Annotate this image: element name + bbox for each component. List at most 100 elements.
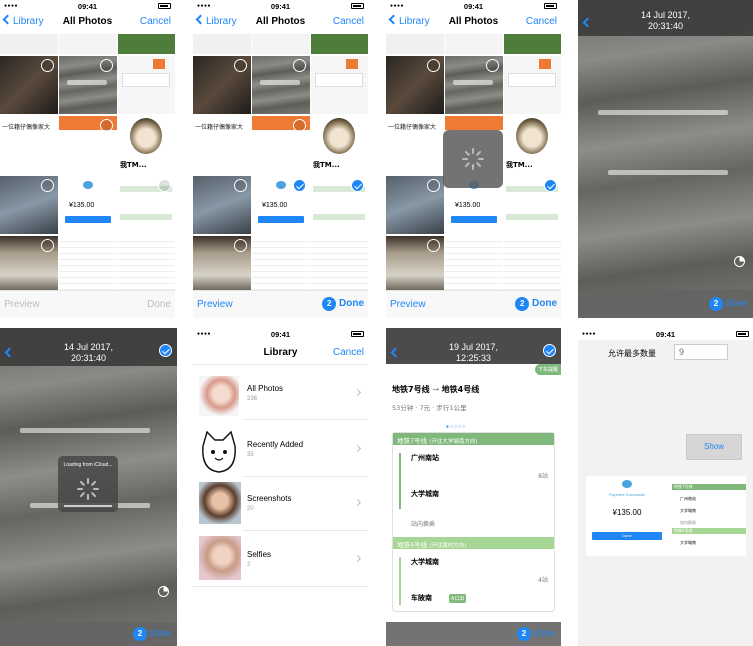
thumb-blue-photo[interactable] (386, 176, 444, 234)
select-checkbox-checked[interactable] (351, 179, 364, 192)
select-checkbox[interactable] (234, 59, 247, 72)
done-button[interactable]: Done (149, 628, 171, 638)
select-checkbox[interactable] (427, 239, 440, 252)
thumb-bag[interactable] (386, 56, 444, 114)
thumb-orange-app[interactable] (252, 116, 310, 174)
thumb-doc-2[interactable] (59, 34, 117, 54)
select-checkbox[interactable] (427, 179, 440, 192)
select-checkbox-checked[interactable] (544, 179, 557, 192)
cancel-button[interactable]: Cancel (140, 16, 171, 27)
select-checkbox[interactable] (41, 59, 54, 72)
live-photo-icon[interactable] (734, 256, 745, 267)
cancel-button[interactable]: Cancel (526, 16, 557, 27)
thumb-monitor[interactable] (386, 236, 444, 292)
thumb-stairs[interactable] (252, 56, 310, 114)
show-button[interactable]: Show (686, 434, 742, 460)
thumb-doc-2[interactable] (252, 34, 310, 54)
done-button[interactable]: Done (532, 298, 557, 309)
select-checkbox[interactable] (293, 119, 306, 132)
album-name: Selfies (247, 550, 272, 559)
thumb-screenshot[interactable] (504, 56, 561, 114)
thumb-monitor[interactable] (193, 236, 251, 292)
select-checkbox[interactable] (100, 119, 113, 132)
thumb-promo[interactable]: 一位籍仔偶像家大 (193, 116, 251, 174)
select-checkbox[interactable] (41, 179, 54, 192)
thumb-meme[interactable]: 我TM... (118, 116, 175, 174)
thumb-screenshot[interactable] (118, 56, 175, 114)
thumb-table[interactable] (445, 236, 503, 292)
thumb-doc-1[interactable] (386, 34, 444, 54)
thumb-table[interactable] (59, 236, 117, 292)
stop-count[interactable]: 4站 (538, 575, 548, 584)
thumb-monitor[interactable] (0, 236, 58, 292)
cancel-button[interactable]: Cancel (333, 347, 364, 358)
thumb-blue-photo[interactable] (0, 176, 58, 234)
thumb-doc-1[interactable] (193, 34, 251, 54)
done-button[interactable]: Done (533, 628, 555, 638)
thumb-table-2[interactable] (311, 236, 368, 292)
select-checkbox[interactable] (234, 239, 247, 252)
thumb-promo[interactable]: 一位籍仔偶像家大 (0, 116, 58, 174)
live-photo-icon[interactable] (158, 586, 169, 597)
album-row[interactable]: Selfies 2 (193, 534, 368, 582)
select-checkbox[interactable] (486, 59, 499, 72)
stop-count[interactable]: 8站 (538, 471, 548, 480)
thumb-meme[interactable]: 我TM... (311, 116, 368, 174)
select-checkbox[interactable] (293, 59, 306, 72)
select-checkbox-checked[interactable] (293, 179, 306, 192)
album-row[interactable]: All Photos 236 (193, 372, 368, 420)
preview-button[interactable]: Preview (390, 299, 426, 310)
receipt-done-button[interactable]: Done (592, 532, 662, 540)
thumb-doc-2[interactable] (445, 34, 503, 54)
preview-button[interactable]: Preview (197, 299, 233, 310)
album-row[interactable]: Recently Added 35 (193, 424, 368, 480)
thumb-stairs[interactable] (445, 56, 503, 114)
promo-text: 一位籍仔偶像家大 (388, 124, 437, 131)
result-receipt[interactable]: Payment Successful ¥135.00 Done (586, 476, 668, 556)
preview-button[interactable]: Preview (4, 299, 40, 310)
select-checkbox-checked[interactable] (159, 344, 172, 357)
alert-tag[interactable]: 下车提醒 (534, 364, 561, 375)
done-group[interactable]: 2 Done (515, 297, 557, 311)
thumb-receipt[interactable]: ¥135.00 (252, 176, 310, 234)
thumb-sign[interactable] (311, 34, 368, 54)
select-checkbox[interactable] (100, 59, 113, 72)
thumb-table[interactable] (252, 236, 310, 292)
select-checkbox[interactable] (158, 179, 171, 192)
album-row[interactable]: Screenshots 20 (193, 480, 368, 528)
max-count-input[interactable] (674, 344, 728, 360)
done-button[interactable]: Done (725, 298, 747, 308)
done-button[interactable]: Done (147, 299, 171, 310)
done-group[interactable]: 2 Done (708, 297, 747, 311)
done-group[interactable]: 2 Done (322, 297, 364, 311)
done-button[interactable]: Done (339, 298, 364, 309)
thumb-table-2[interactable] (118, 236, 175, 292)
select-checkbox-checked[interactable] (543, 344, 556, 357)
thumb-map-list[interactable] (504, 176, 561, 234)
thumb-table-2[interactable] (504, 236, 561, 292)
thumb-meme[interactable]: 我TM... (504, 116, 561, 174)
thumb-orange-app[interactable] (59, 116, 117, 174)
thumb-screenshot[interactable] (311, 56, 368, 114)
thumb-doc-1[interactable] (0, 34, 58, 54)
thumb-bag[interactable] (193, 56, 251, 114)
status-bar: ●●●● 09:41 (193, 328, 368, 340)
thumb-promo[interactable]: 一位籍仔偶像家大 (386, 116, 444, 174)
result-route[interactable]: 地铁7号线 广州南站 大学城南 站内换乘 地铁4号线 大学城南 (672, 476, 746, 556)
line-direction: (开往大学城南方向) (429, 439, 478, 445)
thumb-map-list[interactable] (311, 176, 368, 234)
select-checkbox[interactable] (41, 239, 54, 252)
thumb-map-list[interactable] (118, 176, 175, 234)
thumb-sign[interactable] (504, 34, 561, 54)
thumb-receipt[interactable]: ¥135.00 (59, 176, 117, 234)
cancel-button[interactable]: Cancel (333, 16, 364, 27)
max-count-label: 允许最多数量 (608, 349, 656, 358)
done-group[interactable]: 2 Done (516, 627, 555, 641)
done-group[interactable]: 2 Done (132, 627, 171, 641)
thumb-sign[interactable] (118, 34, 175, 54)
thumb-stairs[interactable] (59, 56, 117, 114)
select-checkbox[interactable] (427, 59, 440, 72)
thumb-blue-photo[interactable] (193, 176, 251, 234)
thumb-bag[interactable] (0, 56, 58, 114)
select-checkbox[interactable] (234, 179, 247, 192)
